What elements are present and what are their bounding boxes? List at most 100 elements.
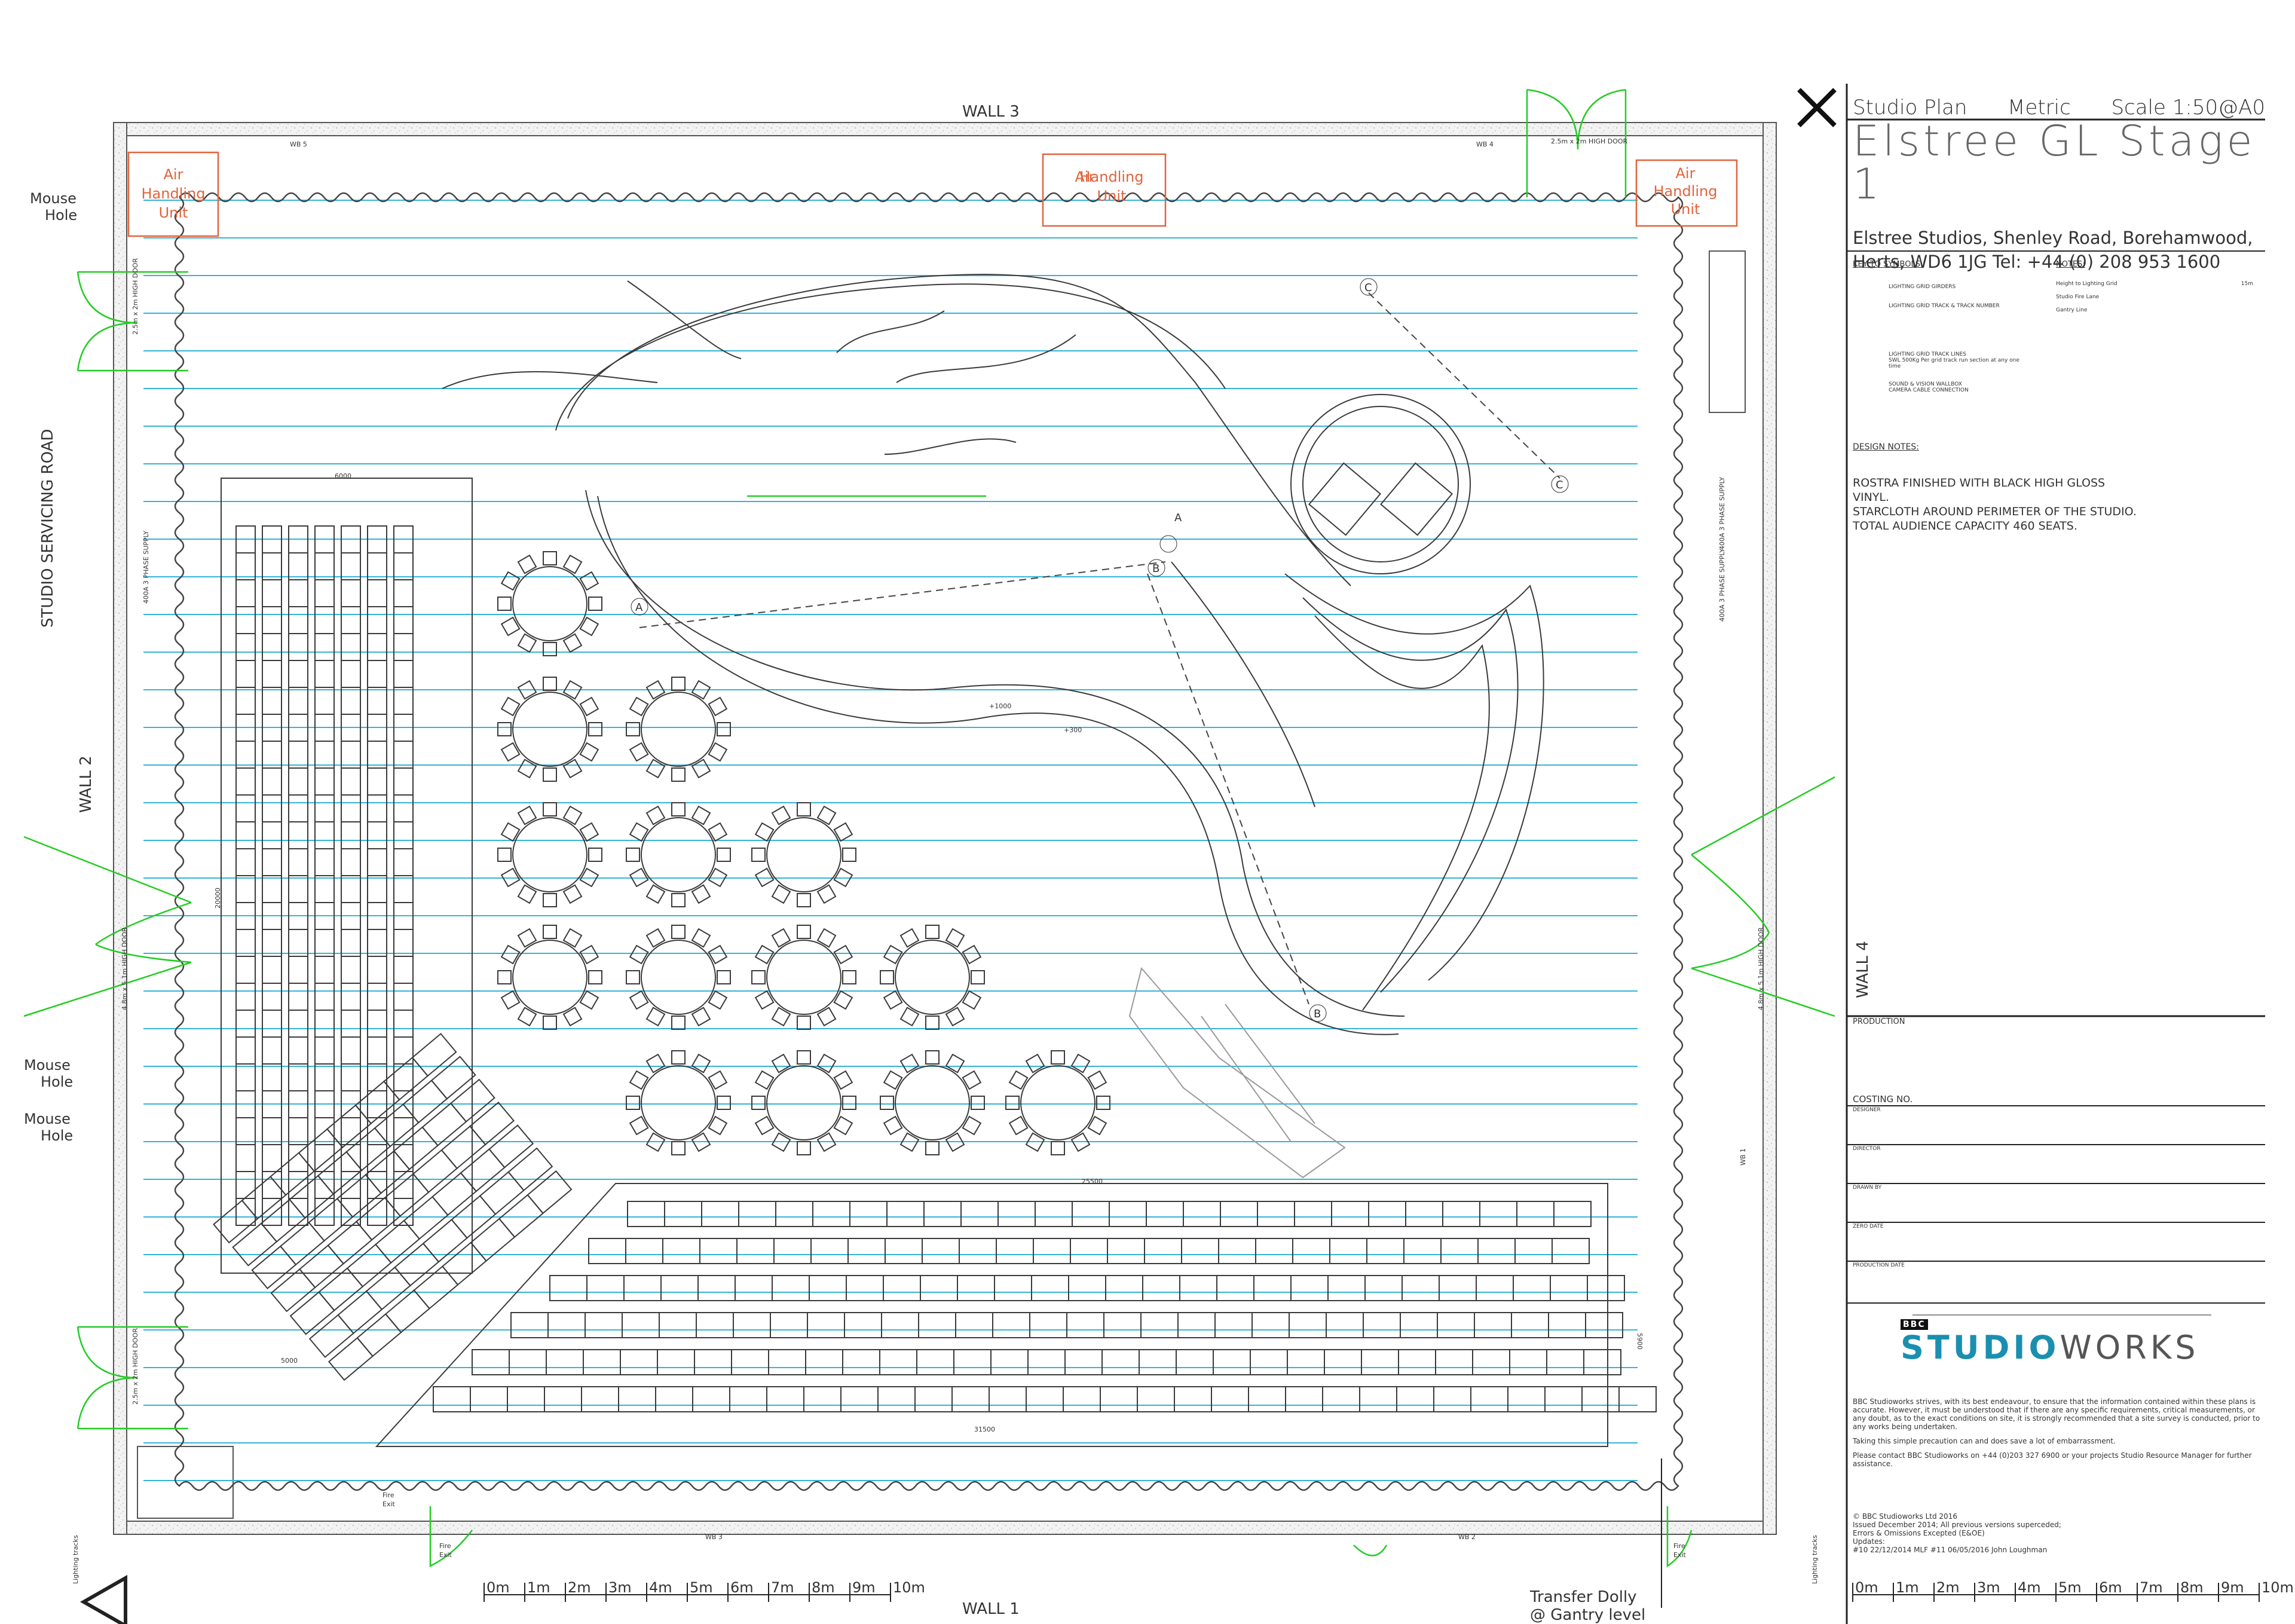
seat bbox=[1322, 1386, 1360, 1412]
seat bbox=[627, 1201, 665, 1227]
svg-text:4.8m x 5.1m HIGH DOOR: 4.8m x 5.1m HIGH DOOR bbox=[121, 927, 128, 1010]
seat bbox=[1329, 1238, 1367, 1264]
address-line-1: Elstree Studios, Shenley Road, Borehamwo… bbox=[1853, 228, 2253, 248]
disclaimer-paragraph: Please contact BBC Studioworks on +44 (0… bbox=[1853, 1451, 2252, 1468]
seat bbox=[847, 1238, 886, 1264]
seat bbox=[773, 1238, 812, 1264]
seat bbox=[1292, 1238, 1330, 1264]
seat bbox=[341, 929, 361, 957]
seat bbox=[367, 767, 387, 796]
issued: Issued December 2014; All previous versi… bbox=[1853, 1521, 2061, 1529]
seat bbox=[1107, 1238, 1145, 1264]
seat bbox=[1553, 1201, 1592, 1227]
seat bbox=[375, 1219, 421, 1264]
seat bbox=[1211, 1386, 1249, 1412]
seat bbox=[546, 1349, 584, 1375]
seat bbox=[840, 1386, 879, 1412]
camera-path bbox=[639, 292, 1560, 1005]
note-label: Height to Lighting Grid bbox=[2056, 281, 2117, 287]
seat bbox=[367, 1036, 387, 1065]
seat bbox=[1179, 1275, 1217, 1301]
seat bbox=[367, 956, 387, 984]
seat bbox=[393, 687, 414, 715]
seat bbox=[314, 633, 335, 661]
note-item: Gantry Line bbox=[2056, 307, 2088, 313]
chair bbox=[1005, 1096, 1020, 1110]
set-point-markers: A A B B C C bbox=[631, 278, 1569, 1022]
seat bbox=[920, 1275, 958, 1301]
seat bbox=[1581, 1386, 1620, 1412]
seat bbox=[341, 633, 361, 661]
seat bbox=[470, 1386, 508, 1412]
seat bbox=[288, 767, 308, 796]
chair bbox=[842, 970, 856, 984]
seat bbox=[660, 1275, 699, 1301]
seat bbox=[337, 1290, 383, 1335]
seat bbox=[235, 956, 256, 984]
director-field: DIRECTOR bbox=[1853, 1146, 1881, 1152]
scale-tick-label: 7m bbox=[771, 1579, 794, 1596]
round-table bbox=[497, 551, 602, 656]
seat bbox=[393, 741, 414, 769]
seat bbox=[393, 1010, 414, 1038]
seat bbox=[235, 687, 256, 715]
seat bbox=[262, 848, 282, 876]
seating-block-corner bbox=[213, 1033, 573, 1381]
seat bbox=[262, 606, 282, 634]
chair bbox=[588, 848, 602, 862]
seat bbox=[989, 1386, 1027, 1412]
note-item: Height to Lighting Grid 15m bbox=[2056, 277, 2253, 290]
chair bbox=[671, 677, 686, 691]
chair bbox=[497, 722, 512, 736]
seat bbox=[314, 741, 335, 769]
seat bbox=[581, 1386, 619, 1412]
seat bbox=[262, 660, 282, 688]
seat bbox=[733, 1312, 771, 1338]
seat bbox=[1137, 1386, 1175, 1412]
svg-text:+1000: +1000 bbox=[989, 702, 1011, 710]
seat bbox=[341, 1036, 361, 1065]
seat bbox=[699, 1238, 738, 1264]
scale-tick-label: 6m bbox=[2099, 1579, 2122, 1596]
svg-text:2.5m x 2m HIGH DOOR: 2.5m x 2m HIGH DOOR bbox=[1551, 137, 1628, 145]
seat bbox=[314, 983, 335, 1011]
seat bbox=[262, 767, 282, 796]
seat bbox=[507, 1386, 545, 1412]
chair bbox=[588, 597, 602, 611]
seat bbox=[1405, 1201, 1443, 1227]
seat bbox=[1177, 1312, 1216, 1338]
scale-tick-label: 2m bbox=[1936, 1579, 1960, 1596]
scale-tick-label: 2m bbox=[568, 1579, 591, 1596]
seat bbox=[527, 1170, 573, 1215]
seat bbox=[959, 1238, 997, 1264]
round-table bbox=[626, 802, 731, 907]
seat bbox=[1331, 1201, 1369, 1227]
scale-tick-label: 3m bbox=[608, 1579, 632, 1596]
seat bbox=[1103, 1312, 1142, 1338]
seat bbox=[992, 1312, 1030, 1338]
seat bbox=[367, 579, 387, 607]
chair bbox=[797, 1141, 811, 1155]
seat bbox=[846, 1275, 884, 1301]
seat bbox=[1396, 1386, 1434, 1412]
seat bbox=[298, 1128, 344, 1172]
seat bbox=[314, 1010, 335, 1038]
seat bbox=[288, 1036, 308, 1065]
seat bbox=[1214, 1312, 1253, 1338]
seat bbox=[692, 1386, 730, 1412]
seat bbox=[1101, 1349, 1140, 1375]
scale-tick-label: 4m bbox=[2018, 1579, 2041, 1596]
scale-tick-label: 9m bbox=[2221, 1579, 2244, 1596]
seat bbox=[1398, 1349, 1436, 1375]
svg-text:Mouse: Mouse bbox=[24, 1057, 71, 1074]
chair bbox=[671, 1016, 686, 1030]
drawn-by-field: DRAWN BY bbox=[1853, 1185, 1882, 1191]
seat bbox=[384, 1173, 430, 1217]
seat bbox=[235, 875, 256, 903]
seat bbox=[235, 983, 256, 1011]
seat bbox=[994, 1275, 1032, 1301]
seat bbox=[1031, 1275, 1069, 1301]
seat bbox=[1140, 1312, 1179, 1338]
seat bbox=[367, 1010, 387, 1038]
seat bbox=[232, 1222, 278, 1267]
